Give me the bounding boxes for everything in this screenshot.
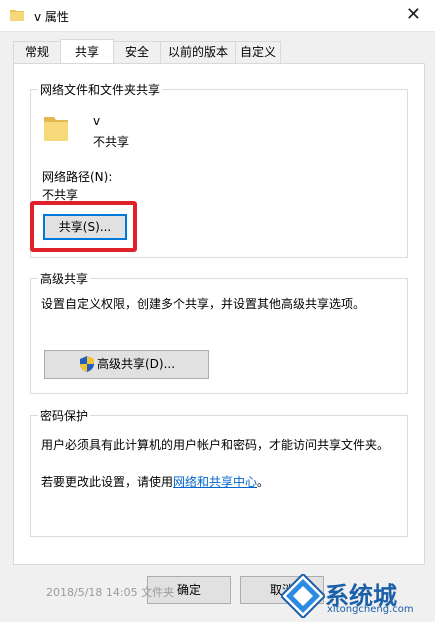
- title-bar: v 属性 ✕: [0, 0, 435, 32]
- advanced-sharing-description: 设置自定义权限，创建多个共享，并设置其他高级共享选项。: [41, 297, 366, 311]
- tab-sharing[interactable]: 共享: [60, 39, 114, 63]
- advanced-sharing-legend: 高级共享: [38, 270, 91, 287]
- sharing-panel: 网络文件和文件夹共享 v 不共享 网络路径(N): 不共享 共享(S)... 高…: [13, 63, 425, 565]
- shared-folder-icon: [44, 117, 68, 141]
- folder-name: v: [93, 114, 101, 128]
- folder-share-status: 不共享: [93, 135, 130, 149]
- network-sharing-center-link[interactable]: 网络和共享中心: [173, 475, 257, 489]
- tab-general[interactable]: 常规: [13, 41, 61, 63]
- close-icon[interactable]: ✕: [406, 4, 421, 25]
- watermark-url: xitongcheng.com: [327, 604, 414, 615]
- shield-icon: [80, 356, 94, 372]
- network-sharing-legend: 网络文件和文件夹共享: [38, 81, 163, 98]
- password-protection-group: 密码保护 用户必须具有此计算机的用户帐户和密码，才能访问共享文件夹。 若要更改此…: [30, 407, 408, 537]
- network-path-label: 网络路径(N):: [42, 170, 113, 184]
- advanced-sharing-button[interactable]: 高级共享(D)...: [44, 350, 209, 379]
- share-button[interactable]: 共享(S)...: [43, 214, 127, 240]
- advanced-sharing-group: 高级共享 设置自定义权限，创建多个共享，并设置其他高级共享选项。 高级共享(D)…: [30, 270, 408, 394]
- advanced-sharing-button-label: 高级共享(D)...: [97, 357, 176, 371]
- tab-security[interactable]: 安全: [113, 41, 161, 63]
- window-title: v 属性: [34, 10, 69, 24]
- change-setting-text: 若要更改此设置，请使用网络和共享中心。: [41, 475, 270, 489]
- watermark-logo-icon: [281, 574, 325, 618]
- background-window-fragment: 2018/5/18 14:05 文件夹: [46, 586, 175, 599]
- tab-previous-versions[interactable]: 以前的版本: [160, 41, 236, 63]
- tab-customize[interactable]: 自定义: [235, 41, 281, 63]
- watermark: 系统城 xitongcheng.com: [281, 572, 431, 620]
- folder-icon: [10, 10, 24, 21]
- password-protection-description: 用户必须具有此计算机的用户帐户和密码，才能访问共享文件夹。: [41, 438, 390, 452]
- password-protection-legend: 密码保护: [38, 407, 91, 424]
